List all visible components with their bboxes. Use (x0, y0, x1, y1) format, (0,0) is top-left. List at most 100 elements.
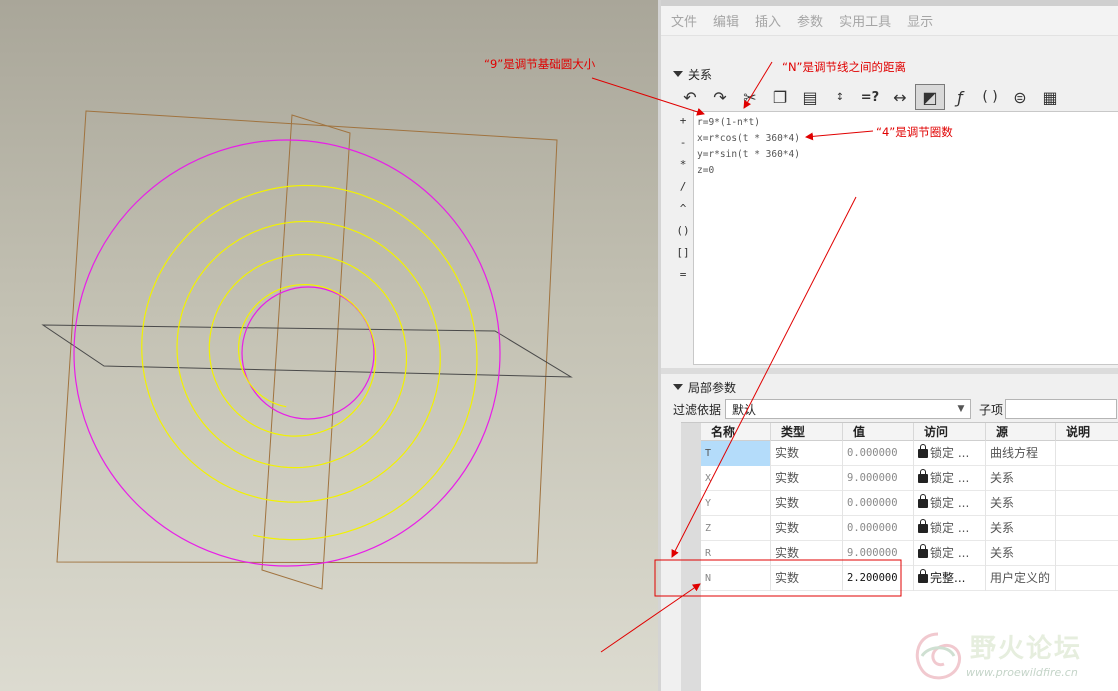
table-row[interactable]: T 实数 0.000000 锁定 ... 曲线方程 (701, 441, 1118, 466)
param-source[interactable]: 关系 (986, 541, 1056, 566)
param-type[interactable]: 实数 (771, 441, 843, 466)
param-value[interactable]: 2.200000 (843, 566, 914, 591)
table-row[interactable]: N 实数 2.200000 完整... 用户定义的 (701, 566, 1118, 591)
param-access[interactable]: 锁定 ... (914, 491, 986, 516)
param-access[interactable]: 锁定 ... (914, 441, 986, 466)
evaluate-icon[interactable]: ↕ (825, 84, 855, 110)
param-description[interactable] (1056, 516, 1118, 541)
param-value[interactable]: 9.000000 (843, 541, 914, 566)
param-value[interactable]: 9.000000 (843, 466, 914, 491)
op-minus[interactable]: - (673, 132, 693, 154)
param-type[interactable]: 实数 (771, 466, 843, 491)
annotation-line-distance: “N”是调节线之间的距离 (782, 60, 907, 74)
col-name[interactable]: 名称 (701, 423, 771, 441)
splitter-bar[interactable] (661, 368, 1118, 374)
param-name[interactable]: Z (701, 516, 771, 541)
parentheses-icon[interactable]: ( ) (975, 84, 1005, 110)
param-name[interactable]: R (701, 541, 771, 566)
filter-row: 过滤依据 默认 ▼ 子项 (673, 398, 1118, 420)
param-value[interactable]: 0.000000 (843, 516, 914, 541)
menu-parameters[interactable]: 参数 (797, 11, 823, 30)
chevron-down-icon[interactable]: ▼ (954, 402, 968, 416)
param-value[interactable]: 0.000000 (843, 491, 914, 516)
param-access[interactable]: 锁定 ... (914, 466, 986, 491)
param-source[interactable]: 曲线方程 (986, 441, 1056, 466)
param-type[interactable]: 实数 (771, 541, 843, 566)
param-source[interactable]: 关系 (986, 491, 1056, 516)
redo-icon[interactable]: ↷ (705, 84, 735, 110)
op-power[interactable]: ^ (673, 198, 693, 220)
param-source[interactable]: 用户定义的 (986, 566, 1056, 591)
model-viewport[interactable] (0, 0, 658, 691)
relation-line: y=r*sin(t * 360*4) (697, 149, 800, 160)
param-description[interactable] (1056, 566, 1118, 591)
watermark: 野火论坛 www.proewildfire.cn (906, 620, 1118, 691)
param-value[interactable]: 0.000000 (843, 441, 914, 466)
child-input[interactable] (1005, 399, 1118, 419)
op-parens[interactable]: () (673, 220, 693, 242)
op-brackets[interactable]: [] (673, 242, 693, 264)
watermark-title: 野火论坛 (970, 634, 1083, 664)
sort-icon[interactable]: ⊜ (1005, 84, 1035, 110)
table-row[interactable]: Z 实数 0.000000 锁定 ... 关系 (701, 516, 1118, 541)
op-divide[interactable]: / (673, 176, 693, 198)
watermark-logo-icon (915, 632, 961, 680)
child-label: 子项 (979, 402, 1004, 417)
param-description[interactable] (1056, 491, 1118, 516)
relations-section-header[interactable]: 关系 (673, 65, 712, 83)
menu-insert[interactable]: 插入 (755, 11, 781, 30)
local-params-section-header[interactable]: 局部参数 (673, 378, 736, 396)
access-text: 锁定 ... (930, 446, 970, 460)
op-equals[interactable]: = (673, 264, 693, 286)
paste-icon[interactable]: ▤ (795, 84, 825, 110)
param-name[interactable]: Y (701, 491, 771, 516)
param-type[interactable]: 实数 (771, 516, 843, 541)
param-access[interactable]: 锁定 ... (914, 541, 986, 566)
relations-toolbar: ↶ ↷ ✂ ❐ ▤ ↕ =? ↔ ◩ ƒ ( ) ⊜ ▦ (675, 83, 1118, 111)
param-access[interactable]: 锁定 ... (914, 516, 986, 541)
param-name[interactable]: T (701, 441, 771, 466)
function-icon[interactable]: ƒ (945, 84, 975, 110)
param-description[interactable] (1056, 541, 1118, 566)
param-description[interactable] (1056, 441, 1118, 466)
lock-icon (918, 444, 928, 458)
model-graphics (41, 110, 573, 590)
table-row[interactable]: R 实数 9.000000 锁定 ... 关系 (701, 541, 1118, 566)
verify-icon[interactable]: =? (855, 84, 885, 110)
filter-label: 过滤依据 (673, 402, 722, 417)
param-description[interactable] (1056, 466, 1118, 491)
undo-icon[interactable]: ↶ (675, 84, 705, 110)
param-type[interactable]: 实数 (771, 566, 843, 591)
table-row[interactable]: Y 实数 0.000000 锁定 ... 关系 (701, 491, 1118, 516)
param-name[interactable]: N (701, 566, 771, 591)
table-row[interactable]: X 实数 9.000000 锁定 ... 关系 (701, 466, 1118, 491)
menu-display[interactable]: 显示 (907, 11, 933, 30)
col-access[interactable]: 访问 (914, 423, 986, 441)
col-value[interactable]: 值 (843, 423, 914, 441)
param-source[interactable]: 关系 (986, 516, 1056, 541)
op-multiply[interactable]: * (673, 154, 693, 176)
col-type[interactable]: 类型 (771, 423, 843, 441)
col-description[interactable]: 说明 (1056, 423, 1118, 441)
cut-icon[interactable]: ✂ (735, 84, 765, 110)
op-plus[interactable]: + (673, 110, 693, 132)
display-icon[interactable]: ◩ (915, 84, 945, 110)
relations-editor[interactable]: r=9*(1-n*t) x=r*cos(t * 360*4) y=r*sin(t… (693, 111, 1118, 365)
execute-icon[interactable]: ▦ (1035, 84, 1065, 110)
dimension-icon[interactable]: ↔ (885, 84, 915, 110)
param-access[interactable]: 完整... (914, 566, 986, 591)
param-name[interactable]: X (701, 466, 771, 491)
menu-utilities[interactable]: 实用工具 (839, 11, 891, 30)
access-text: 完整... (930, 571, 966, 585)
param-source[interactable]: 关系 (986, 466, 1056, 491)
inner-circle (241, 286, 375, 420)
annotation-turns: “4”是调节圈数 (876, 125, 953, 139)
watermark-url: www.proewildfire.cn (966, 666, 1078, 679)
menu-edit[interactable]: 编辑 (713, 11, 739, 30)
filter-select[interactable]: 默认 ▼ (725, 399, 972, 419)
copy-icon[interactable]: ❐ (765, 84, 795, 110)
menu-file[interactable]: 文件 (671, 11, 697, 30)
col-source[interactable]: 源 (986, 423, 1056, 441)
relations-dialog: 文件 编辑 插入 参数 实用工具 显示 关系 ↶ ↷ ✂ ❐ ▤ ↕ =? ↔ … (658, 0, 1118, 691)
param-type[interactable]: 实数 (771, 491, 843, 516)
